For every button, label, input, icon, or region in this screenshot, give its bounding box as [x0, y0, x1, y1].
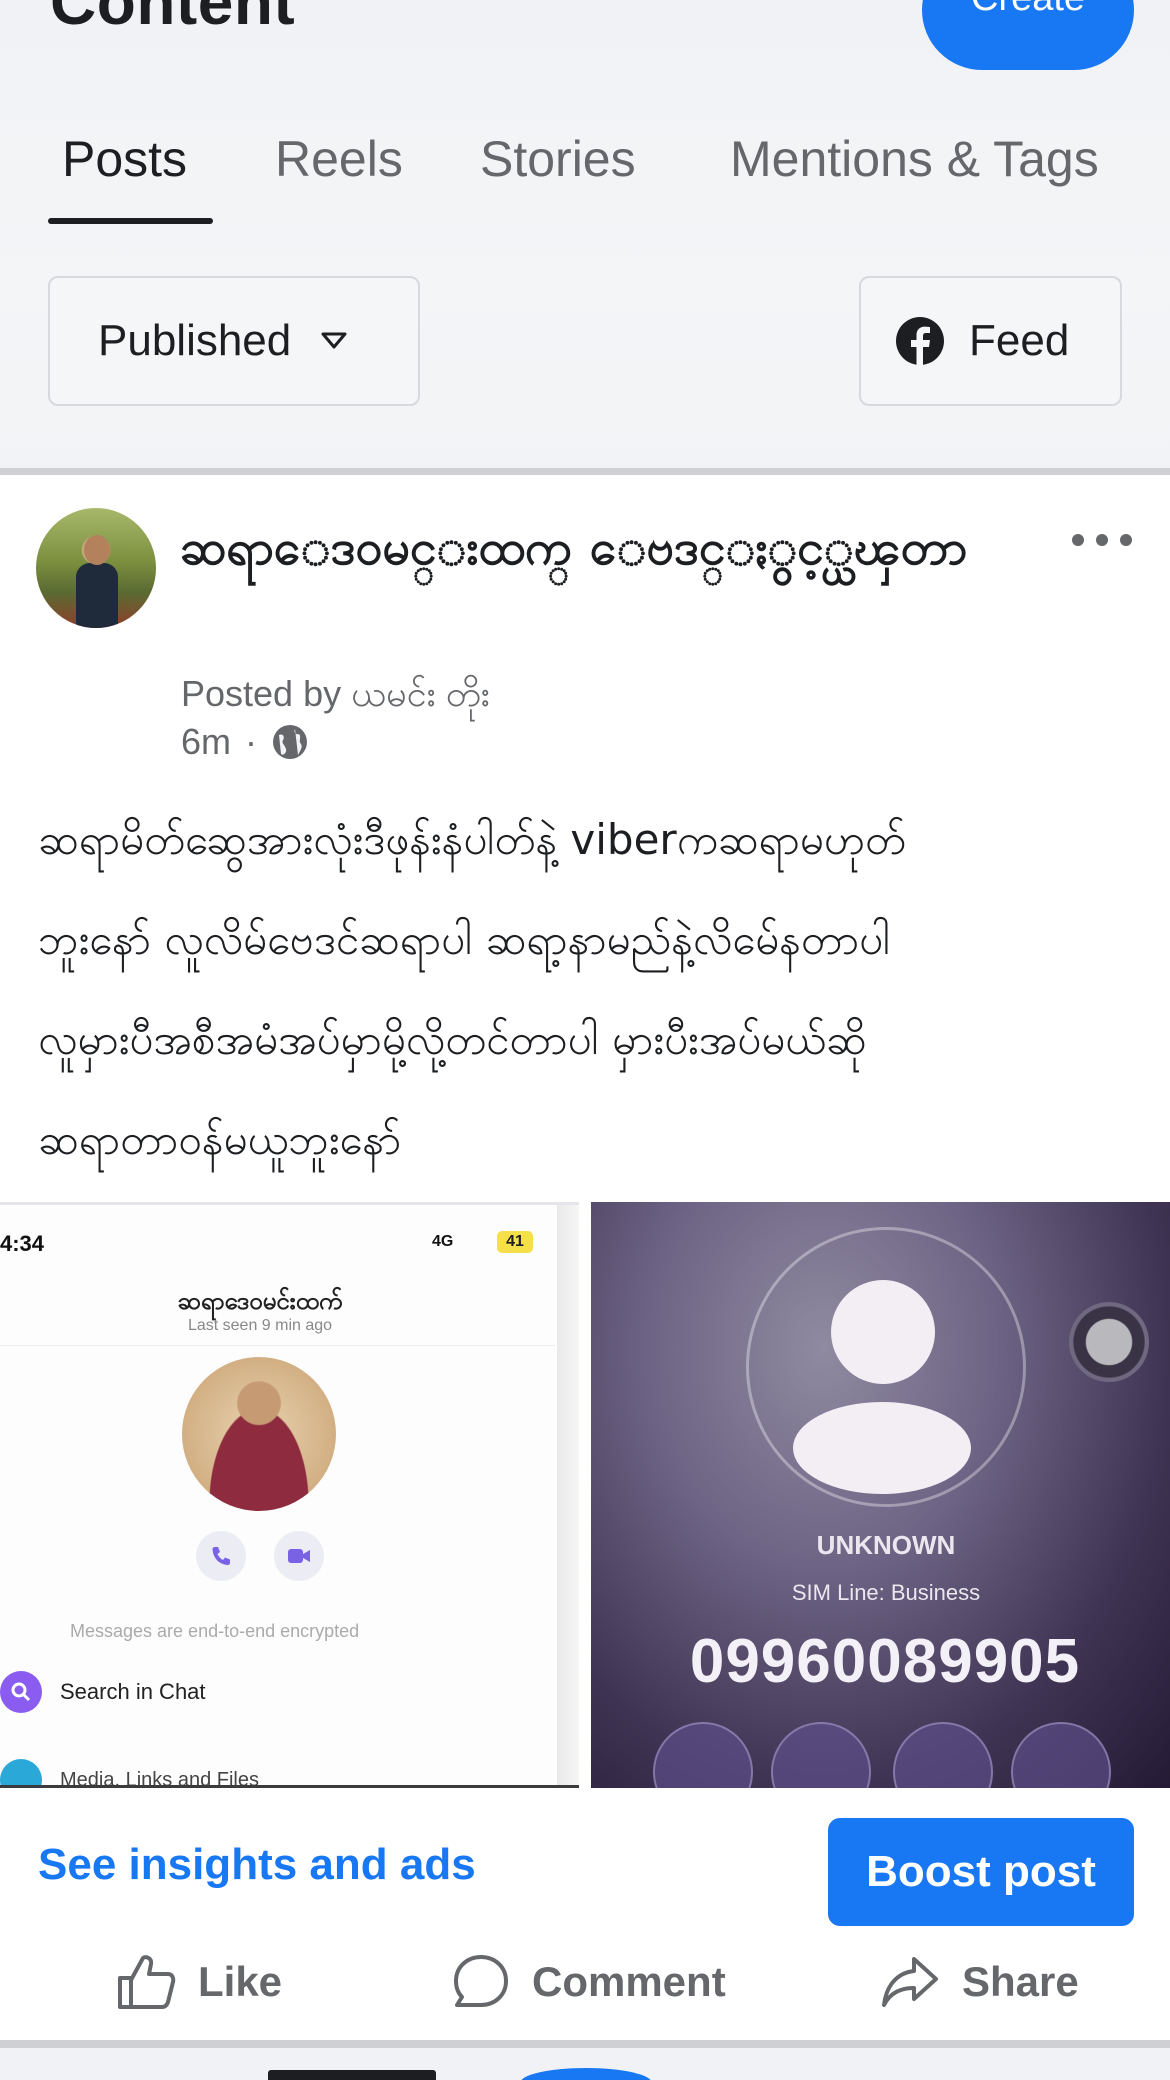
facebook-icon: [895, 316, 945, 366]
search-in-chat-label: Search in Chat: [60, 1679, 206, 1704]
create-button[interactable]: Create: [922, 0, 1134, 70]
message-icon: [653, 1722, 753, 1788]
page-title: Content: [50, 0, 296, 38]
section-divider-bottom: [0, 2040, 1170, 2048]
phone-icon: [196, 1531, 246, 1581]
post-timestamp-row: 6m ·: [181, 718, 309, 766]
unknown-caller-avatar: [831, 1280, 935, 1384]
tab-stories[interactable]: Stories: [480, 118, 636, 228]
published-filter-dropdown[interactable]: Published: [48, 276, 420, 406]
video-icon: [274, 1531, 324, 1581]
chat-contact-name: ဆရာဒေ၀မင်းထက်: [177, 1287, 343, 1315]
media-links-label: Media, Links and Files: [60, 1768, 259, 1788]
sim-line-label: SIM Line: Business: [791, 1580, 981, 1605]
share-label: Share: [962, 1958, 1079, 2005]
comment-icon: [454, 1955, 508, 2007]
posted-by: Posted by ယမင်း တိုး: [181, 673, 490, 714]
post-image-call-screenshot[interactable]: UNKNOWN SIM Line: Business 09960089905: [591, 1202, 1170, 1788]
media-icon: [0, 1759, 42, 1785]
feed-label: Feed: [969, 316, 1070, 365]
comment-button[interactable]: Comment: [452, 1952, 726, 2012]
content-tabs: Posts Reels Stories Mentions & Tags: [0, 118, 1170, 228]
active-tab-indicator: [48, 218, 213, 224]
meta-separator: ·: [245, 721, 258, 762]
content-header: Content Create Posts Reels Stories Menti…: [0, 0, 1170, 470]
battery-level: 41: [497, 1231, 533, 1253]
feed-button[interactable]: Feed: [859, 276, 1122, 406]
globe-icon: [271, 723, 309, 761]
share-button[interactable]: Share: [880, 1952, 1079, 2012]
caller-name: UNKNOWN: [816, 1530, 956, 1560]
like-label: Like: [198, 1958, 283, 2005]
facetime-icon: [893, 1722, 993, 1788]
post-image-chat-screenshot[interactable]: 4:34 4G 41 ဆရာဒေ၀မင်းထက် Last seen 9 min…: [0, 1202, 579, 1788]
status-time: 4:34: [0, 1231, 45, 1256]
mail-icon: [1011, 1722, 1111, 1788]
search-in-chat-row: Search in Chat: [0, 1670, 206, 1714]
comment-label: Comment: [532, 1958, 726, 2005]
section-divider: [0, 468, 1170, 475]
tab-reels[interactable]: Reels: [275, 118, 403, 228]
see-insights-link[interactable]: See insights and ads: [38, 1840, 476, 1890]
caller-number: 09960089905: [689, 1627, 1081, 1696]
more-options-icon[interactable]: [1072, 520, 1132, 560]
post-author-name[interactable]: ဆရာေဒ၀မင္းထက္ ေဗဒင္ႏွင့္ယၾတာ: [180, 500, 1020, 596]
last-seen-text: Last seen 9 min ago: [187, 1317, 333, 1334]
caret-down-icon: [319, 326, 349, 356]
like-icon: [118, 1955, 176, 2009]
post-time: 6m: [181, 721, 232, 762]
search-icon: [0, 1671, 42, 1713]
like-button[interactable]: Like: [116, 1952, 282, 2012]
media-links-row: Media, Links and Files: [0, 1759, 259, 1788]
encryption-notice: Messages are end-to-end encrypted: [70, 1621, 360, 1641]
post-body-text: ဆရာမိတ်ဆွေအားလုံးဒီဖုန်းနံပါတ်နဲ့ viberက…: [38, 815, 906, 1164]
tab-mentions-tags[interactable]: Mentions & Tags: [730, 118, 1099, 228]
author-avatar[interactable]: [36, 508, 156, 628]
assistive-touch-icon: [1069, 1302, 1149, 1382]
boost-post-button[interactable]: Boost post: [828, 1818, 1134, 1926]
call-icon: [771, 1722, 871, 1788]
network-label: 4G: [432, 1233, 454, 1250]
published-filter-label: Published: [98, 316, 292, 365]
tab-posts[interactable]: Posts: [62, 118, 187, 228]
contact-photo: [182, 1357, 336, 1511]
share-icon: [882, 1957, 938, 2007]
